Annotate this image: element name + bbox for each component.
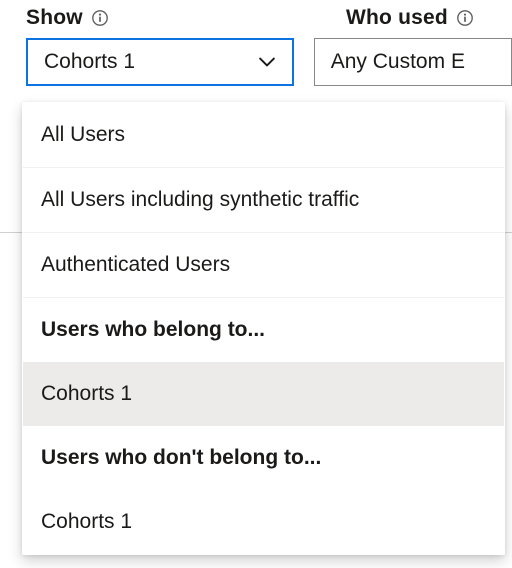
info-icon[interactable]	[456, 9, 474, 27]
show-dropdown[interactable]: Cohorts 1	[26, 38, 294, 86]
show-label-wrap: Show	[26, 6, 346, 30]
who-used-dropdown[interactable]: Any Custom E	[314, 38, 512, 86]
show-dropdown-value: Cohorts 1	[44, 50, 135, 74]
filter-labels-row: Show Who used	[0, 0, 512, 36]
dropdown-option-all-users-synthetic[interactable]: All Users including synthetic traffic	[23, 168, 504, 233]
dropdown-header-belong-to: Users who belong to...	[23, 298, 504, 362]
dropdown-option-authenticated-users[interactable]: Authenticated Users	[23, 233, 504, 298]
dropdown-header-dont-belong-to: Users who don't belong to...	[23, 426, 504, 490]
show-label: Show	[26, 6, 83, 30]
dropdown-option-all-users[interactable]: All Users	[23, 103, 504, 168]
dropdown-option-cohorts-1-belong[interactable]: Cohorts 1	[23, 362, 504, 426]
dropdown-option-cohorts-1-dont-belong[interactable]: Cohorts 1	[23, 490, 504, 554]
who-used-dropdown-value: Any Custom E	[331, 50, 465, 74]
chevron-down-icon	[256, 51, 278, 73]
who-used-label-wrap: Who used	[346, 6, 474, 30]
who-used-label: Who used	[346, 6, 448, 30]
info-icon[interactable]	[91, 9, 109, 27]
show-dropdown-panel: All Users All Users including synthetic …	[22, 102, 505, 555]
filter-controls-row: Cohorts 1 Any Custom E	[0, 36, 512, 86]
filter-panel: Show Who used Cohorts 1	[0, 0, 512, 568]
